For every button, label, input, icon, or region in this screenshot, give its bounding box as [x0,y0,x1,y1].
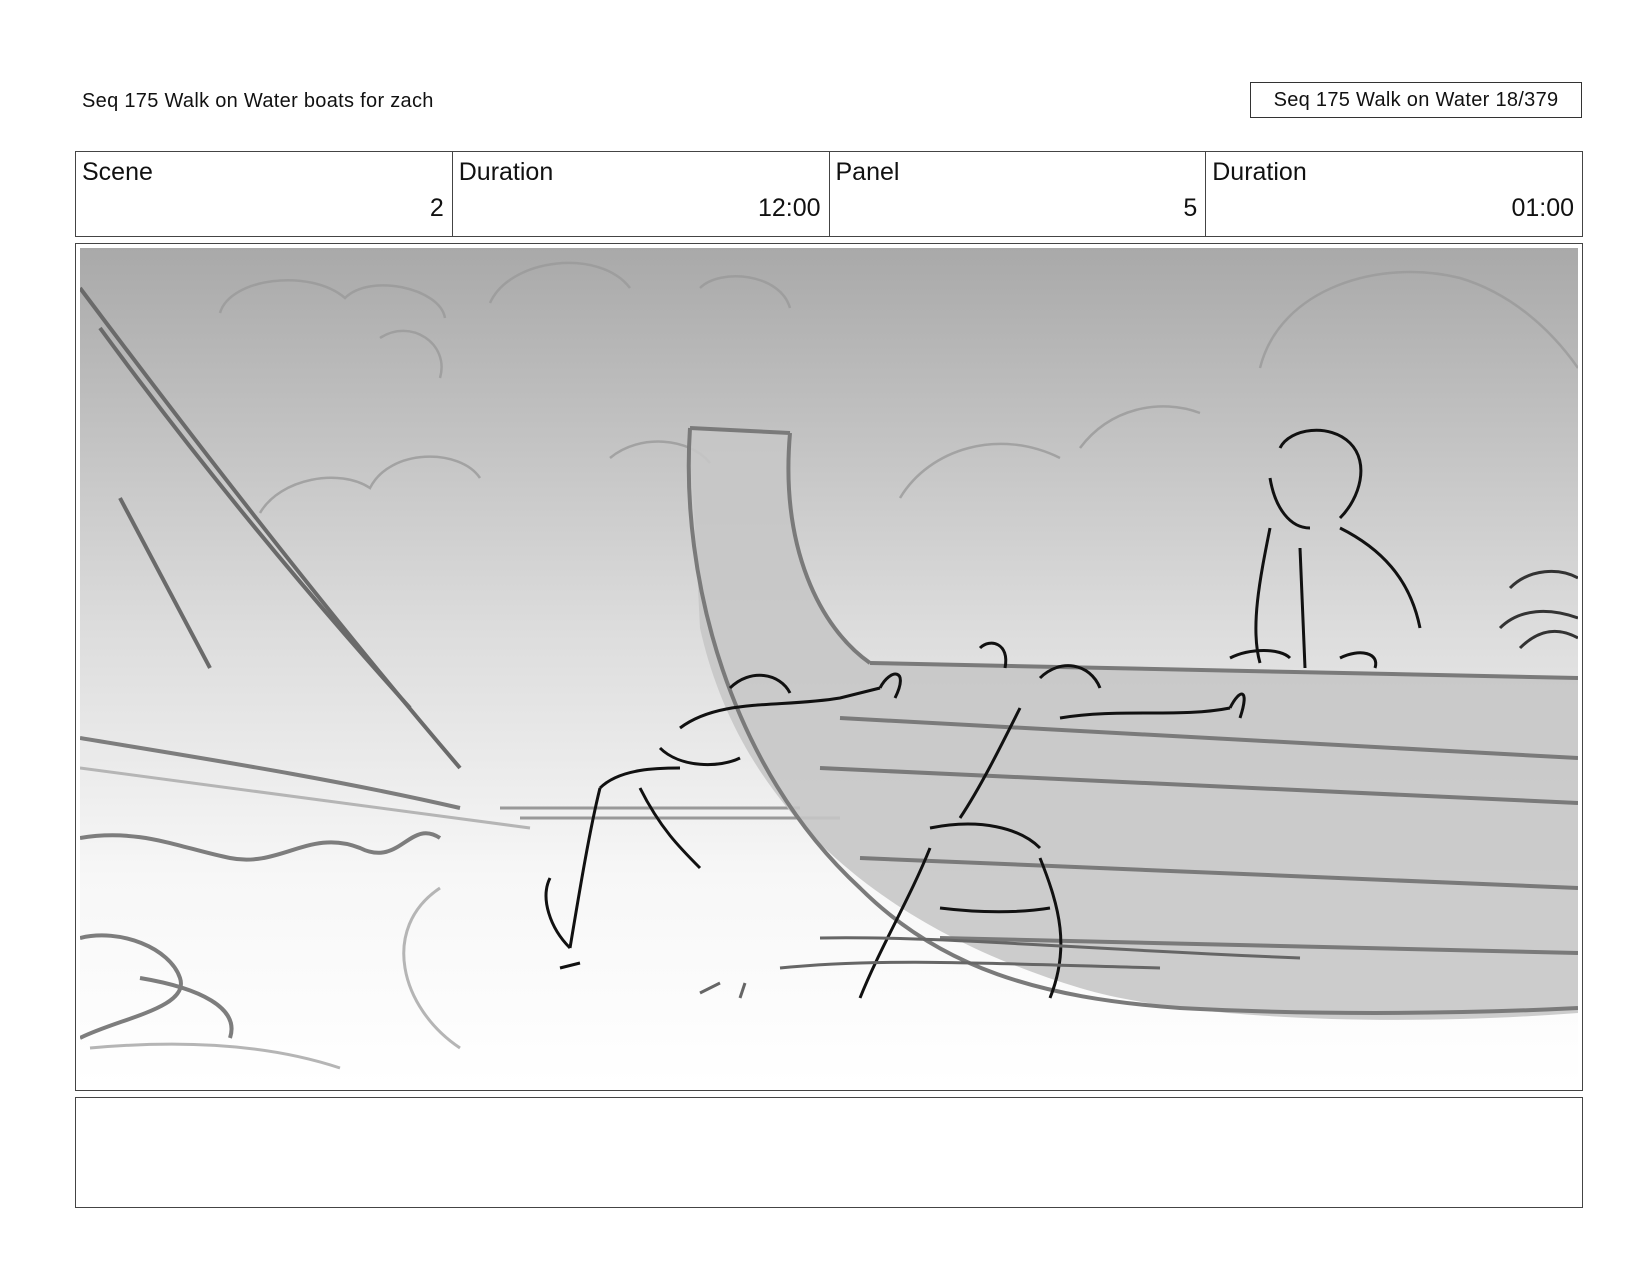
panel-duration-label: Duration [1212,158,1307,186]
panel-cell: Panel 5 [830,152,1207,236]
document-title: Seq 175 Walk on Water boats for zach [82,90,434,112]
panel-value: 5 [1183,194,1198,222]
panel-label: Panel [835,158,900,186]
scene-duration-label: Duration [458,158,554,186]
panel-info-table: Scene 2 Duration 12:00 Panel 5 Duration … [75,151,1583,237]
panel-duration-value: 01:00 [1511,194,1574,222]
scene-duration-cell: Duration 12:00 [453,152,830,236]
storyboard-panel [75,243,1583,1091]
scene-duration-value: 12:00 [757,194,821,222]
panel-sketch-image [80,248,1578,1086]
scene-value: 2 [429,194,444,222]
page-counter: Seq 175 Walk on Water 18/379 [1250,82,1582,118]
scene-cell: Scene 2 [76,152,453,236]
panel-notes-box [75,1097,1583,1208]
panel-duration-cell: Duration 01:00 [1206,152,1582,236]
scene-label: Scene [82,158,153,186]
